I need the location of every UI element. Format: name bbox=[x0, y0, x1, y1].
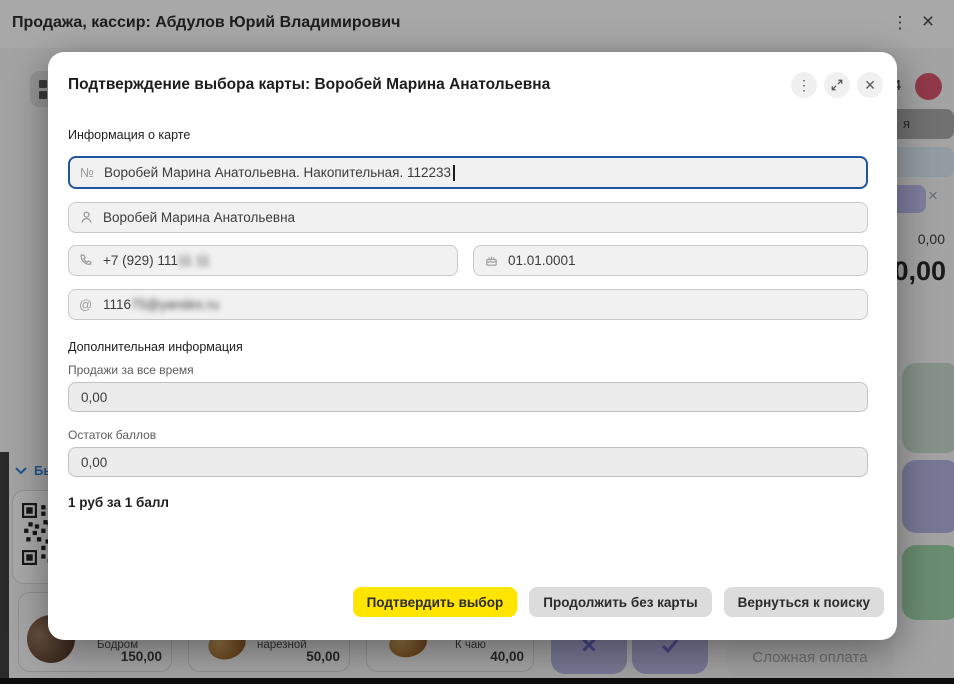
phone-value-masked: 11 11 bbox=[178, 253, 210, 268]
points-rate-text: 1 руб за 1 балл bbox=[68, 495, 868, 510]
card-input[interactable]: № Воробей Марина Анатольевна. Накопитель… bbox=[68, 156, 868, 189]
birthdate-value: 01.01.0001 bbox=[508, 253, 576, 268]
birthday-cake-icon bbox=[484, 253, 508, 268]
email-at-icon: @ bbox=[79, 297, 103, 312]
additional-info-section-label: Дополнительная информация bbox=[68, 340, 868, 354]
holder-name-input[interactable]: Воробей Марина Анатольевна bbox=[68, 202, 868, 233]
lifetime-sales-value: 0,00 bbox=[81, 390, 107, 405]
phone-value: +7 (929) 111 bbox=[103, 253, 178, 268]
dialog-expand-icon[interactable] bbox=[824, 72, 850, 98]
lifetime-sales-label: Продажи за все время bbox=[68, 363, 868, 377]
dialog-header: Подтверждение выбора карты: Воробей Мари… bbox=[48, 52, 897, 98]
points-balance-label: Остаток баллов bbox=[68, 428, 868, 442]
phone-icon bbox=[79, 253, 103, 268]
dialog-menu-icon[interactable]: ⋮ bbox=[791, 72, 817, 98]
confirm-selection-button[interactable]: Подтвердить выбор bbox=[353, 587, 518, 617]
lifetime-sales-field: 0,00 bbox=[68, 382, 868, 412]
points-balance-field: 0,00 bbox=[68, 447, 868, 477]
card-number-icon: № bbox=[80, 165, 104, 180]
back-to-search-button[interactable]: Вернуться к поиску bbox=[724, 587, 884, 617]
dialog-body: Информация о карте № Воробей Марина Анат… bbox=[48, 128, 897, 510]
card-confirmation-dialog: Подтверждение выбора карты: Воробей Мари… bbox=[48, 52, 897, 640]
expand-icon bbox=[831, 79, 843, 91]
dialog-title: Подтверждение выбора карты: Воробей Мари… bbox=[68, 72, 784, 98]
continue-without-card-button[interactable]: Продолжить без карты bbox=[529, 587, 711, 617]
dialog-footer: Подтвердить выбор Продолжить без карты В… bbox=[353, 587, 884, 617]
text-cursor bbox=[453, 165, 455, 181]
holder-name-value: Воробей Марина Анатольевна bbox=[103, 210, 295, 225]
email-value: 1116 bbox=[103, 297, 131, 312]
phone-input[interactable]: +7 (929) 111 11 11 bbox=[68, 245, 458, 276]
card-input-value: Воробей Марина Анатольевна. Накопительна… bbox=[104, 165, 451, 180]
birthdate-input[interactable]: 01.01.0001 bbox=[473, 245, 868, 276]
dialog-close-icon[interactable]: × bbox=[857, 72, 883, 98]
points-balance-value: 0,00 bbox=[81, 455, 107, 470]
email-value-masked: 75@yandex.ru bbox=[131, 297, 219, 312]
screen: Продажа, кассир: Абдулов Юрий Владимиров… bbox=[0, 0, 954, 684]
person-icon bbox=[79, 210, 103, 225]
email-input[interactable]: @ 1116 75@yandex.ru bbox=[68, 289, 868, 320]
card-info-section-label: Информация о карте bbox=[68, 128, 868, 142]
